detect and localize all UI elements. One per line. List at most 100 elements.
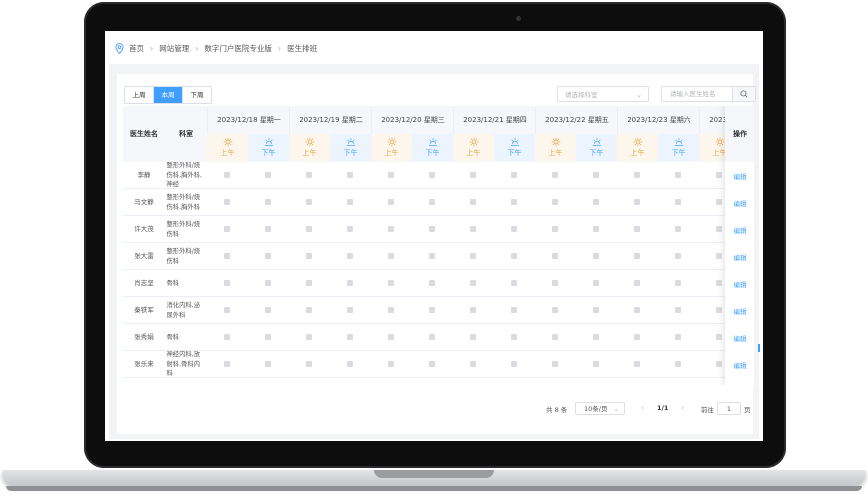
schedule-slot[interactable] (675, 334, 681, 340)
edit-button[interactable]: 编辑 (725, 252, 754, 262)
schedule-slot[interactable] (388, 280, 394, 286)
edit-button[interactable]: 编辑 (725, 198, 754, 208)
schedule-slot[interactable] (511, 172, 517, 178)
schedule-slot[interactable] (306, 199, 312, 205)
schedule-slot[interactable] (306, 280, 312, 286)
schedule-slot[interactable] (552, 307, 558, 313)
schedule-slot[interactable] (388, 334, 394, 340)
schedule-slot[interactable] (470, 361, 476, 367)
schedule-slot[interactable] (552, 226, 558, 232)
schedule-slot[interactable] (429, 334, 435, 340)
week-button-1[interactable]: 本周 (154, 87, 183, 103)
schedule-slot[interactable] (429, 172, 435, 178)
schedule-slot[interactable] (224, 226, 230, 232)
schedule-slot[interactable] (593, 172, 599, 178)
schedule-slot[interactable] (634, 361, 640, 367)
schedule-slot[interactable] (265, 307, 271, 313)
schedule-slot[interactable] (593, 307, 599, 313)
schedule-slot[interactable] (552, 361, 558, 367)
schedule-slot[interactable] (675, 307, 681, 313)
schedule-slot[interactable] (634, 199, 640, 205)
schedule-slot[interactable] (552, 172, 558, 178)
schedule-slot[interactable] (552, 253, 558, 259)
schedule-slot[interactable] (265, 280, 271, 286)
schedule-slot[interactable] (224, 307, 230, 313)
edit-button[interactable]: 编辑 (725, 360, 754, 370)
schedule-slot[interactable] (347, 226, 353, 232)
schedule-slot[interactable] (306, 334, 312, 340)
schedule-slot[interactable] (716, 226, 722, 232)
schedule-slot[interactable] (634, 226, 640, 232)
schedule-slot[interactable] (593, 280, 599, 286)
schedule-slot[interactable] (429, 280, 435, 286)
schedule-slot[interactable] (511, 334, 517, 340)
edit-button[interactable]: 编辑 (725, 225, 754, 235)
schedule-slot[interactable] (470, 334, 476, 340)
schedule-slot[interactable] (265, 226, 271, 232)
schedule-slot[interactable] (675, 361, 681, 367)
schedule-slot[interactable] (716, 253, 722, 259)
schedule-slot[interactable] (716, 334, 722, 340)
schedule-slot[interactable] (675, 199, 681, 205)
schedule-slot[interactable] (429, 226, 435, 232)
schedule-slot[interactable] (388, 199, 394, 205)
schedule-slot[interactable] (470, 172, 476, 178)
edit-button[interactable]: 编辑 (725, 171, 754, 181)
schedule-slot[interactable] (388, 253, 394, 259)
schedule-slot[interactable] (347, 307, 353, 313)
schedule-slot[interactable] (388, 361, 394, 367)
schedule-slot[interactable] (265, 172, 271, 178)
schedule-slot[interactable] (265, 253, 271, 259)
schedule-slot[interactable] (593, 199, 599, 205)
prev-page-button[interactable]: ‹ (641, 403, 644, 412)
schedule-slot[interactable] (224, 199, 230, 205)
schedule-slot[interactable] (470, 307, 476, 313)
schedule-slot[interactable] (224, 172, 230, 178)
schedule-slot[interactable] (634, 172, 640, 178)
breadcrumb-item-home[interactable]: 首页 (129, 43, 144, 54)
schedule-slot[interactable] (347, 361, 353, 367)
schedule-slot[interactable] (347, 253, 353, 259)
page-size-select[interactable]: 10条/页 ⌄ (575, 402, 625, 415)
schedule-slot[interactable] (593, 226, 599, 232)
schedule-slot[interactable] (347, 172, 353, 178)
department-select[interactable]: 请选择科室 ⌄ (557, 86, 649, 102)
schedule-slot[interactable] (388, 172, 394, 178)
schedule-slot[interactable] (675, 226, 681, 232)
schedule-slot[interactable] (429, 253, 435, 259)
schedule-slot[interactable] (306, 307, 312, 313)
schedule-slot[interactable] (347, 280, 353, 286)
schedule-slot[interactable] (552, 199, 558, 205)
schedule-slot[interactable] (347, 199, 353, 205)
schedule-slot[interactable] (552, 334, 558, 340)
schedule-slot[interactable] (265, 334, 271, 340)
schedule-slot[interactable] (593, 361, 599, 367)
edit-button[interactable]: 编辑 (725, 333, 754, 343)
schedule-slot[interactable] (511, 199, 517, 205)
breadcrumb-item-site[interactable]: 网站管理 (159, 43, 189, 54)
schedule-slot[interactable] (634, 253, 640, 259)
schedule-slot[interactable] (224, 253, 230, 259)
schedule-slot[interactable] (552, 280, 558, 286)
schedule-slot[interactable] (470, 226, 476, 232)
schedule-slot[interactable] (716, 361, 722, 367)
week-button-2[interactable]: 下周 (183, 87, 211, 103)
schedule-slot[interactable] (470, 253, 476, 259)
schedule-slot[interactable] (470, 199, 476, 205)
schedule-slot[interactable] (388, 307, 394, 313)
schedule-slot[interactable] (593, 253, 599, 259)
scrollbar-thumb[interactable] (758, 344, 760, 352)
doctor-name-input[interactable]: 请输入医生姓名 (662, 87, 732, 101)
edit-button[interactable]: 编辑 (725, 306, 754, 316)
schedule-slot[interactable] (634, 280, 640, 286)
schedule-slot[interactable] (429, 307, 435, 313)
search-button[interactable] (732, 87, 755, 101)
goto-page-input[interactable]: 1 (717, 402, 741, 415)
schedule-slot[interactable] (716, 172, 722, 178)
schedule-slot[interactable] (347, 334, 353, 340)
breadcrumb-item-portal[interactable]: 数字门户医院专业版 (204, 43, 272, 54)
schedule-slot[interactable] (593, 334, 599, 340)
schedule-slot[interactable] (306, 226, 312, 232)
schedule-slot[interactable] (224, 280, 230, 286)
edit-button[interactable]: 编辑 (725, 279, 754, 289)
